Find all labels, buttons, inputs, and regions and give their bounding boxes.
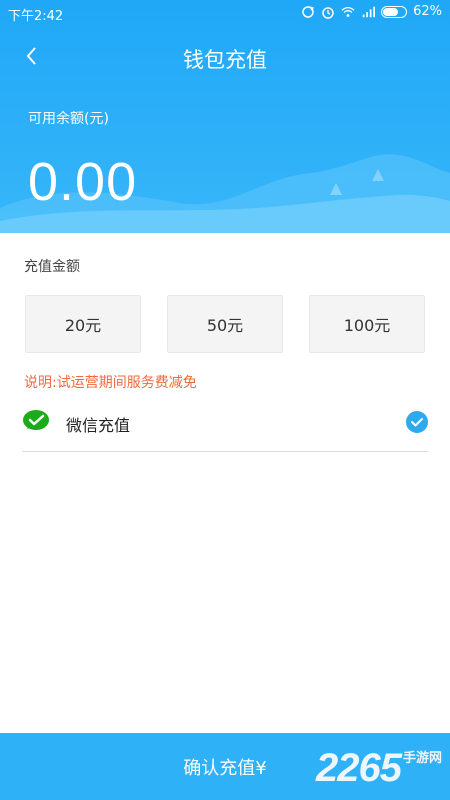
- balance-label: 可用余额(元): [28, 111, 109, 127]
- page-title: 钱包充值: [183, 48, 267, 72]
- wechat-pay-label: 微信充值: [66, 416, 131, 435]
- watermark-number: 2265: [316, 746, 402, 790]
- alarm-icon: [322, 6, 334, 19]
- amount-option-50[interactable]: 50元: [167, 295, 283, 353]
- status-icons: 62%: [301, 4, 442, 19]
- battery-percent: 62%: [413, 4, 442, 19]
- balance-value: 0.00: [28, 152, 138, 212]
- amount-option-100[interactable]: 100元: [309, 295, 425, 353]
- service-fee-note: 说明:试运营期间服务费减免: [24, 375, 197, 391]
- check-circle-icon[interactable]: [406, 411, 428, 433]
- watermark-text: 手游网: [402, 751, 442, 766]
- wifi-icon: [341, 6, 355, 17]
- sync-icon: [302, 5, 315, 18]
- status-bar: 下午2:42 62%: [0, 0, 450, 26]
- watermark: 2265 手游网: [316, 747, 442, 788]
- status-time: 下午2:42: [8, 9, 64, 24]
- wechat-pay-option[interactable]: 微信充值: [22, 400, 428, 452]
- battery-icon: [381, 5, 408, 18]
- hd-signal-icon: [362, 6, 376, 17]
- confirm-recharge-label: 确认充值¥: [183, 757, 267, 779]
- wechat-icon: [23, 410, 49, 430]
- recharge-amount-label: 充值金额: [24, 259, 80, 275]
- amount-option-20[interactable]: 20元: [25, 295, 141, 353]
